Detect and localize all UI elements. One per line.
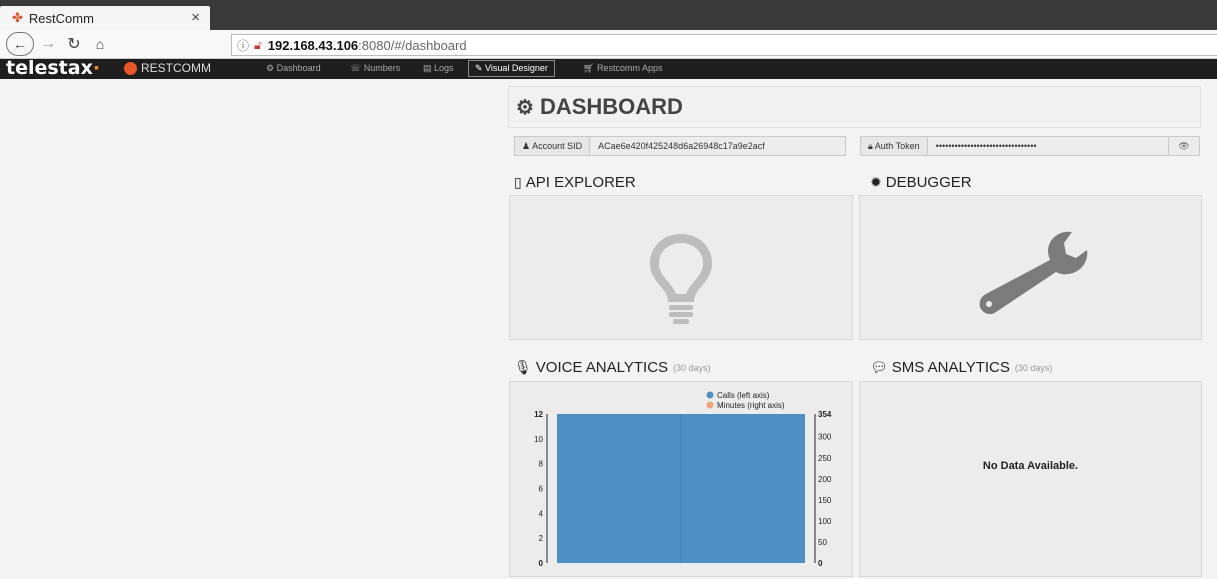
menu-numbers[interactable]: ☏ Numbers: [350, 63, 400, 74]
left-tick-label: 0: [539, 559, 544, 568]
sms-analytics-title: 💬︎ SMS ANALYTICS (30 days): [870, 359, 1052, 376]
voice-analytics-title-text: VOICE ANALYTICS: [535, 359, 669, 376]
forward-arrow-icon[interactable]: →: [40, 33, 56, 55]
menu-restcomm-apps-label: Restcomm Apps: [596, 63, 663, 73]
menu-dashboard-label: Dashboard: [276, 63, 321, 73]
chat-bubble-icon: 💬︎: [870, 359, 888, 375]
restcomm-favicon-icon: ✤: [12, 10, 23, 25]
voice-analytics-chart: 0 2 4 6 8 10 12 0 50 100 150 200 250 300 354 Calls (lef…: [509, 381, 853, 577]
back-arrow-icon[interactable]: ←: [6, 32, 34, 56]
api-explorer-tile[interactable]: [509, 195, 853, 340]
close-icon[interactable]: ×: [191, 9, 200, 26]
right-tick-label: 50: [818, 538, 827, 547]
right-tick-label: 150: [818, 496, 832, 505]
left-tick-label: 8: [539, 460, 544, 469]
auth-token-label-text: Auth Token: [874, 141, 920, 151]
account-sid-value[interactable]: ACae6e420f425248d6a26948c17a9e2acf: [590, 136, 846, 156]
book-icon: ▯: [514, 174, 522, 190]
left-tick-label: 12: [534, 410, 543, 419]
sms-analytics-subtitle: (30 days): [1014, 362, 1053, 373]
account-sid-label: ♟ Account SID: [514, 136, 591, 156]
auth-token-value[interactable]: ••••••••••••••••••••••••••••••••: [927, 136, 1169, 156]
menu-dashboard[interactable]: ⚙︎ Dashboard: [266, 63, 321, 74]
reload-icon[interactable]: ↻: [64, 33, 84, 55]
dashboard-header: ⚙︎ DASHBOARD: [508, 86, 1201, 128]
eye-icon[interactable]: 👁︎: [1169, 136, 1200, 156]
left-tick-label: 4: [539, 509, 544, 518]
right-tick-label: 200: [818, 475, 832, 484]
browser-tab-bar: ✤ RestComm ×: [0, 0, 1217, 30]
home-icon[interactable]: ⌂: [90, 33, 110, 55]
menu-logs-label: Logs: [434, 63, 454, 73]
left-tick-label: 10: [534, 435, 543, 444]
restcomm-logo-icon: [124, 61, 137, 75]
url-bar[interactable]: ⓘ 🔓︎ 192.168.43.106 :8080/#/dashboard: [231, 34, 1217, 56]
brand-product: RESTCOMM: [141, 61, 211, 75]
info-icon[interactable]: ⓘ: [237, 37, 249, 54]
sms-analytics-panel: No Data Available.: [859, 381, 1202, 577]
menu-numbers-label: Numbers: [363, 63, 401, 73]
wrench-icon: [979, 231, 1088, 315]
debugger-tile[interactable]: [859, 195, 1202, 340]
url-path: :8080/#/dashboard: [358, 37, 467, 53]
menu-visual-designer-label: Visual Designer: [485, 63, 548, 73]
bug-icon: ✹: [870, 174, 882, 190]
sms-analytics-title-text: SMS ANALYTICS: [891, 359, 1010, 376]
auth-token-field: 🔒︎ Auth Token ••••••••••••••••••••••••••…: [860, 136, 1200, 156]
page-title: ⚙︎ DASHBOARD: [516, 94, 683, 120]
menu-visual-designer[interactable]: ✎ Visual Designer: [468, 60, 555, 77]
insecure-lock-icon[interactable]: 🔓︎: [254, 38, 262, 53]
left-tick-label: 6: [539, 485, 544, 494]
right-tick-label: 354: [818, 410, 832, 419]
dashboard-icon: ⚙︎: [516, 96, 534, 119]
legend-label: Calls (left axis): [717, 391, 770, 400]
api-explorer-title: ▯ API EXPLORER: [514, 174, 636, 191]
debugger-title-text: DEBUGGER: [885, 174, 972, 191]
microphone-icon: 🎙︎: [514, 359, 532, 375]
menu-logs[interactable]: ▤ Logs: [423, 63, 454, 74]
account-sid-field: ♟ Account SID ACae6e420f425248d6a26948c1…: [514, 136, 846, 156]
legend-swatch: [706, 401, 714, 409]
auth-token-label: 🔒︎ Auth Token: [860, 136, 928, 156]
telestax-logo[interactable]: telestax·: [6, 57, 100, 79]
menu-restcomm-apps[interactable]: 🛒︎ Restcomm Apps: [583, 63, 662, 74]
restcomm-logo[interactable]: RESTCOMM: [124, 61, 211, 75]
api-explorer-title-text: API EXPLORER: [525, 174, 636, 191]
right-tick-label: 100: [818, 517, 832, 526]
brand-text: telestax: [6, 57, 93, 79]
tab-title: RestComm: [28, 10, 94, 26]
account-sid-label-text: Account SID: [532, 141, 583, 151]
no-data-message: No Data Available.: [982, 460, 1079, 472]
voice-analytics-subtitle: (30 days): [673, 362, 711, 373]
url-host: 192.168.43.106: [267, 37, 359, 53]
right-tick-label: 250: [818, 454, 832, 463]
right-tick-label: 0: [818, 559, 823, 568]
voice-chart-svg: 0 2 4 6 8 10 12 0 50 100 150 200 250 300 354 Calls (lef…: [534, 391, 832, 568]
app-navbar: telestax· RESTCOMM ⚙︎ Dashboard ☏ Number…: [0, 57, 1217, 79]
legend-swatch: [706, 391, 714, 399]
right-tick-label: 300: [818, 433, 832, 442]
voice-analytics-title: 🎙︎ VOICE ANALYTICS (30 days): [514, 359, 711, 376]
legend-label: Minutes (right axis): [717, 401, 785, 410]
browser-nav-bar: ← → ↻ ⌂ ⓘ 🔓︎ 192.168.43.106 :8080/#/dash…: [0, 30, 1217, 59]
left-tick-label: 2: [539, 534, 544, 543]
lightbulb-icon: [650, 234, 712, 324]
page-title-text: DASHBOARD: [539, 94, 683, 119]
debugger-title: ✹ DEBUGGER: [870, 174, 972, 191]
browser-tab[interactable]: ✤ RestComm ×: [0, 6, 210, 30]
